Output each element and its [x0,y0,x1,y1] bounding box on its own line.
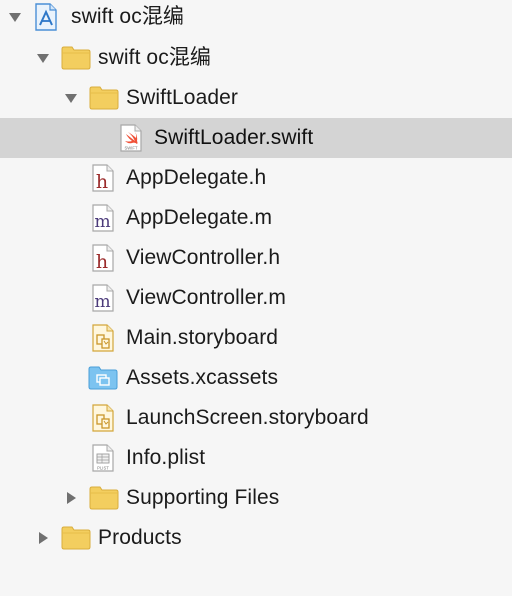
file-label: Assets.xcassets [126,366,279,389]
group-label-products: Products [98,526,182,549]
objc-file-icon: m [90,284,120,312]
group-row-products[interactable]: Products [0,518,512,558]
project-label: swift oc混编 [71,5,185,28]
file-row-appdelegate-h[interactable]: h AppDelegate.h [0,158,512,198]
group-label-supporting-files: Supporting Files [126,486,280,509]
file-label: AppDelegate.h [126,166,267,189]
file-label: LaunchScreen.storyboard [126,406,369,429]
header-file-icon: h [90,164,120,192]
folder-icon [89,84,119,112]
folder-icon [61,44,91,72]
header-glyph: h [96,171,108,192]
header-file-icon: h [90,244,120,272]
asset-catalog-icon [88,364,118,392]
group-row-supporting-files[interactable]: Supporting Files [0,478,512,518]
storyboard-file-icon [90,324,120,352]
file-row-info-plist[interactable]: PLIST Info.plist [0,438,512,478]
xcode-project-icon [33,3,63,31]
project-navigator: swift oc混编 swift oc混编 SwiftLoader SWIFT … [0,0,512,596]
disclosure-triangle-expanded-icon[interactable] [36,51,50,65]
disclosure-triangle-expanded-icon[interactable] [64,91,78,105]
file-row-viewcontroller-h[interactable]: h ViewController.h [0,238,512,278]
plist-icon-caption: PLIST [97,466,109,471]
disclosure-triangle-expanded-icon[interactable] [8,10,22,24]
header-glyph: h [96,251,108,272]
swift-file-icon: SWIFT [118,124,148,152]
storyboard-file-icon [90,404,120,432]
group-row-swiftloader[interactable]: SwiftLoader [0,78,512,118]
objc-file-icon: m [90,204,120,232]
file-row-assets[interactable]: Assets.xcassets [0,358,512,398]
disclosure-triangle-collapsed-icon[interactable] [64,491,78,505]
file-row-launchscreen-storyboard[interactable]: LaunchScreen.storyboard [0,398,512,438]
file-label: ViewController.h [126,246,281,269]
plist-file-icon: PLIST [90,444,120,472]
file-label: ViewController.m [126,286,286,309]
group-label-swiftloader: SwiftLoader [126,86,238,109]
impl-glyph: m [94,292,110,312]
file-label: Info.plist [126,446,206,469]
group-label-main: swift oc混编 [98,46,212,69]
file-row-swiftloader-swift[interactable]: SWIFT SwiftLoader.swift [0,118,512,158]
file-row-viewcontroller-m[interactable]: m ViewController.m [0,278,512,318]
file-row-appdelegate-m[interactable]: m AppDelegate.m [0,198,512,238]
disclosure-triangle-collapsed-icon[interactable] [36,531,50,545]
impl-glyph: m [94,212,110,232]
folder-icon [89,484,119,512]
file-label: Main.storyboard [126,326,279,349]
file-label: SwiftLoader.swift [154,126,314,149]
project-row[interactable]: swift oc混编 [0,0,512,37]
folder-icon [61,524,91,552]
file-row-main-storyboard[interactable]: Main.storyboard [0,318,512,358]
swift-icon-caption: SWIFT [124,146,137,151]
group-row-main[interactable]: swift oc混编 [0,38,512,78]
file-label: AppDelegate.m [126,206,273,229]
